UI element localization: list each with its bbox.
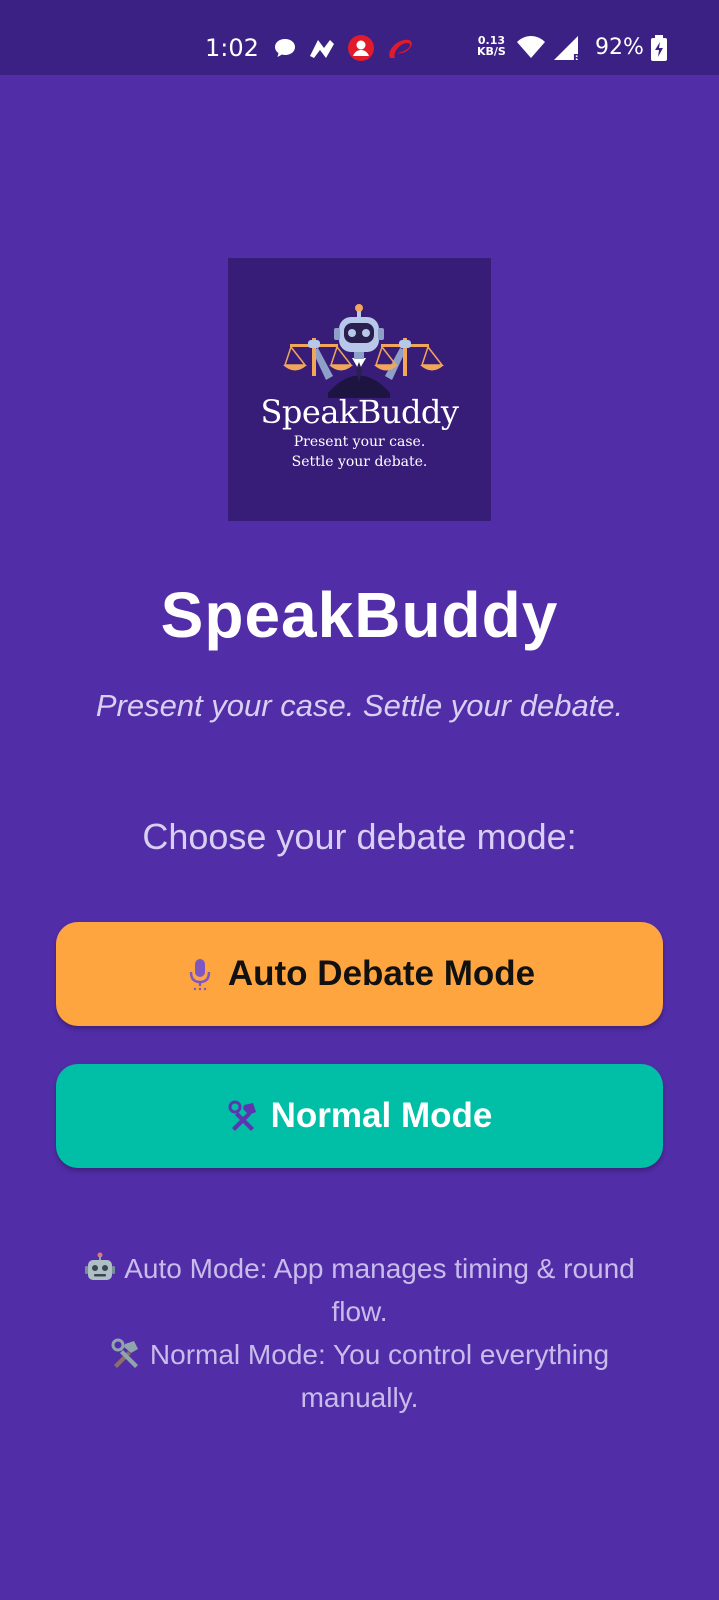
airtel-icon [389, 39, 412, 58]
auto-debate-mode-label: Auto Debate Mode [227, 954, 536, 993]
user-avatar-icon [348, 35, 374, 61]
normal-mode-label: Normal Mode [270, 1096, 493, 1135]
logo-line-2: Settle your debate. [291, 454, 428, 470]
tagline: Present your case. Settle your debate. [95, 688, 624, 723]
battery-percent: 92% [595, 35, 644, 60]
auto-mode-help-text: Auto Mode: App manages timing & round fl… [124, 1253, 635, 1327]
svg-text:R: R [573, 53, 581, 62]
status-bar: 1:02 0.13 KB/S R 92% [0, 0, 719, 75]
logo-line-1: Present your case. [293, 434, 426, 450]
chat-bubble-icon [275, 39, 295, 57]
network-speed-unit: KB/S [477, 45, 506, 58]
auto-debate-mode-button[interactable]: Auto Debate Mode [56, 922, 663, 1026]
network-speed: 0.13 KB/S [477, 35, 506, 57]
logo-title: SpeakBuddy [260, 393, 459, 431]
cell-signal-icon: R [554, 36, 581, 62]
battery-charging-icon [651, 35, 667, 61]
robot-judge-logo-icon [283, 304, 444, 398]
mode-prompt: Choose your debate mode: [142, 816, 577, 857]
tools-icon [111, 1338, 138, 1368]
app-logo: SpeakBuddy Present your case. Settle you… [228, 258, 491, 521]
auto-mode-help: Auto Mode: App manages timing & round fl… [70, 1247, 649, 1333]
app-notification-icon [310, 40, 334, 58]
page-title: SpeakBuddy [160, 579, 559, 651]
robot-icon [85, 1252, 116, 1280]
normal-mode-help: Normal Mode: You control everything manu… [70, 1333, 649, 1419]
wifi-icon [517, 36, 545, 58]
microphone-icon [189, 959, 211, 991]
status-time: 1:02 [205, 34, 259, 62]
normal-mode-button[interactable]: Normal Mode [56, 1064, 663, 1168]
hammer-wrench-icon [228, 1100, 256, 1131]
normal-mode-help-text: Normal Mode: You control everything manu… [149, 1339, 610, 1413]
